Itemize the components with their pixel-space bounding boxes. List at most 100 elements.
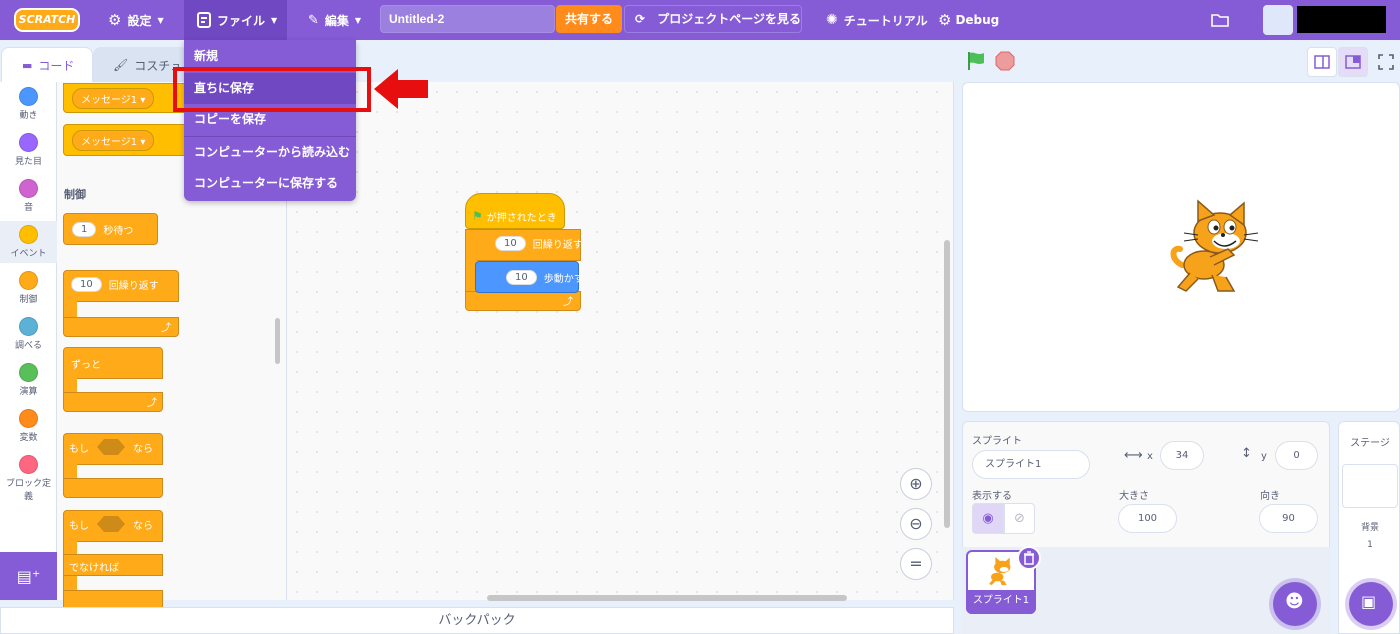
zoom-out-button[interactable]: ⊖	[900, 508, 932, 540]
scratch-logo[interactable]: SCRATCH	[14, 8, 80, 32]
zoom-reset-button[interactable]: =	[900, 548, 932, 580]
show-visible-button[interactable]: ◉	[972, 503, 1004, 534]
move-steps-input[interactable]: 10	[506, 269, 537, 285]
stage-thumbnail	[1342, 464, 1398, 508]
palette-if-block[interactable]: もし なら	[63, 433, 163, 499]
project-title-input[interactable]: Untitled-2	[380, 5, 555, 33]
debug-label: Debug	[955, 13, 1000, 27]
category-events[interactable]: イベント	[0, 221, 57, 263]
script-stack[interactable]: ⚑ が押されたとき 10 回繰り返す ⤴ 10 歩動かす	[465, 193, 584, 317]
green-flag-button[interactable]	[965, 50, 987, 72]
workspace-horizontal-scrollbar[interactable]	[487, 595, 847, 601]
category-label: 制御	[19, 295, 38, 305]
stage-canvas[interactable]	[962, 82, 1400, 412]
tab-code[interactable]: ▬ コード	[1, 47, 93, 83]
palette-broadcast-wait-block[interactable]: メッセージ1 ▾	[63, 124, 193, 156]
file-menu[interactable]: ファイル ▼	[197, 0, 277, 40]
when-flag-clicked-block[interactable]: ⚑ が押されたとき	[465, 193, 565, 229]
menu-bar: SCRATCH ⚙ 設定 ▼ ファイル ▼ ✎ 編集 ▼ Untitled-2 …	[0, 0, 1400, 40]
move-steps-block[interactable]: 10 歩動かす	[475, 261, 584, 293]
zoom-in-button[interactable]: ⊕	[900, 468, 932, 500]
menu-item-save-to-computer[interactable]: コンピューターに保存する	[184, 168, 356, 199]
category-label: 変数	[19, 433, 38, 443]
choose-sprite-button[interactable]: ☻	[1273, 582, 1317, 626]
my-stuff-folder-icon[interactable]	[1211, 0, 1229, 40]
category-color-dot	[19, 363, 38, 382]
stop-button[interactable]	[995, 51, 1015, 71]
menu-item-load-from-computer[interactable]: コンピューターから読み込む	[184, 137, 356, 168]
category-color-dot	[19, 317, 38, 336]
see-project-page-button[interactable]: ⟳ プロジェクトページを見る	[624, 5, 802, 33]
size-input[interactable]: 100	[1118, 504, 1177, 533]
add-sprite-cat-icon: ☻	[1285, 591, 1304, 612]
category-label: 音	[23, 203, 33, 213]
workspace-vertical-scrollbar[interactable]	[944, 240, 950, 528]
x-input[interactable]: 34	[1160, 441, 1204, 470]
add-extension-icon: ▤⁺	[16, 566, 41, 586]
file-dropdown-menu: 新規 直ちに保存 コピーを保存 コンピューターから読み込む コンピューターに保存…	[184, 40, 356, 201]
scratch-cat-sprite[interactable]	[1168, 199, 1264, 299]
repeat-count-input[interactable]: 10	[71, 277, 102, 292]
palette-if-else-block[interactable]: もし なら でなければ	[63, 510, 163, 610]
category-my-blocks[interactable]: ブロック定義	[0, 455, 57, 502]
category-control[interactable]: 制御	[0, 271, 57, 305]
palette-wait-block[interactable]: 1 秒待つ	[63, 213, 158, 245]
message-dropdown[interactable]: メッセージ1 ▾	[72, 87, 155, 109]
category-sound[interactable]: 音	[0, 179, 57, 213]
share-button[interactable]: 共有する	[556, 5, 622, 33]
sprite-name-input[interactable]: スプライト1	[972, 450, 1090, 479]
normal-stage-button[interactable]	[1338, 47, 1368, 77]
chevron-down-icon: ▼	[354, 15, 362, 25]
palette-forever-block[interactable]: ずっと ⤴	[63, 347, 163, 413]
category-operators[interactable]: 演算	[0, 363, 57, 397]
wait-seconds-input[interactable]: 1	[72, 221, 97, 237]
category-label: イベント	[10, 249, 47, 259]
code-blocks-icon: ▬	[22, 59, 33, 72]
tutorials-button[interactable]: ✺ チュートリアル	[826, 0, 928, 40]
green-flag-icon: ⚑	[472, 209, 483, 223]
normal-stage-icon	[1345, 55, 1361, 69]
y-label: y	[1261, 451, 1267, 462]
direction-input[interactable]: 90	[1259, 504, 1318, 533]
condition-slot[interactable]	[97, 516, 125, 532]
delete-sprite-button[interactable]	[1017, 546, 1041, 570]
settings-menu[interactable]: ⚙ 設定 ▼	[108, 0, 164, 40]
debug-button[interactable]: ⚙ Debug	[938, 0, 999, 40]
move-steps-label: 歩動かす	[543, 273, 584, 285]
choose-backdrop-button[interactable]: ▣	[1349, 582, 1393, 626]
code-workspace[interactable]	[287, 82, 954, 600]
category-looks[interactable]: 見た目	[0, 133, 57, 167]
small-stage-button[interactable]	[1307, 47, 1337, 77]
fullscreen-button[interactable]	[1374, 50, 1398, 74]
edit-menu[interactable]: ✎ 編集 ▼	[308, 0, 361, 40]
message-dropdown[interactable]: メッセージ1 ▾	[72, 129, 155, 151]
loop-arrow-icon: ⤴	[161, 323, 171, 334]
chevron-down-icon: ▼	[271, 15, 278, 25]
settings-label: 設定	[127, 13, 152, 28]
else-label: でなければ	[69, 563, 119, 574]
add-extension-button[interactable]: ▤⁺	[0, 552, 57, 600]
debug-icon: ⚙	[938, 11, 952, 29]
category-sensing[interactable]: 調べる	[0, 317, 57, 351]
category-menu: 動き 見た目 音 イベント 制御 調べる 演算 変数 ブロック定義	[0, 82, 57, 552]
avatar[interactable]	[1263, 5, 1293, 35]
category-variables[interactable]: 変数	[0, 409, 57, 443]
category-label: 演算	[19, 387, 38, 397]
trash-icon	[1024, 551, 1034, 565]
backpack-bar[interactable]: バックパック	[0, 607, 954, 634]
then-label: なら	[133, 520, 153, 532]
script-repeat-count-input[interactable]: 10	[495, 236, 526, 251]
then-label: なら	[133, 443, 153, 455]
stop-icon	[995, 51, 1015, 71]
y-input[interactable]: 0	[1275, 441, 1318, 470]
category-motion[interactable]: 動き	[0, 87, 57, 121]
eye-icon: ◉	[982, 511, 994, 526]
show-hidden-button[interactable]: ⊘	[1004, 503, 1035, 534]
condition-slot[interactable]	[97, 439, 125, 455]
forever-label: ずっと	[71, 360, 101, 371]
small-stage-icon	[1314, 55, 1330, 69]
palette-scrollbar[interactable]	[275, 318, 280, 364]
annotation-arrow-icon	[374, 69, 428, 109]
palette-repeat-block[interactable]: 10 回繰り返す ⤴	[63, 270, 179, 338]
category-label: 調べる	[14, 341, 42, 351]
